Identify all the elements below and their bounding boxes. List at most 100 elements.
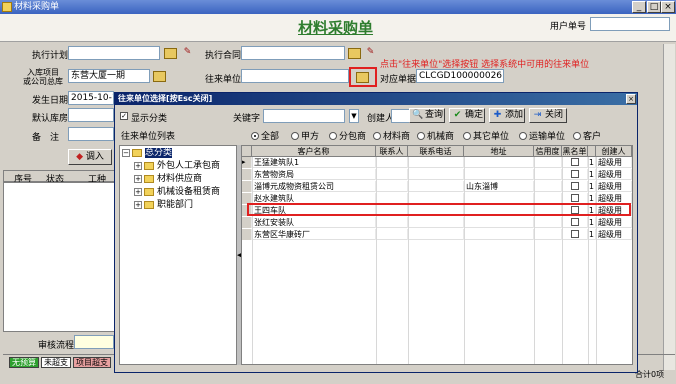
exec-contract-select-icon[interactable] [348, 48, 361, 59]
grid-header-contact[interactable]: 联系人 [376, 146, 408, 157]
app-icon [2, 2, 12, 12]
filter-other[interactable]: 其它单位 [463, 129, 509, 142]
exec-plan-clear-icon[interactable]: ✎ [181, 47, 194, 58]
show-category-checkbox[interactable]: ✓ [120, 112, 128, 120]
doc-no-input[interactable] [590, 17, 670, 31]
row-indicator[interactable] [242, 169, 252, 180]
tree-item-dept[interactable]: + 职能部门 [134, 199, 193, 211]
collapse-icon[interactable]: − [122, 148, 130, 157]
exec-contract-label: 执行合同 [205, 51, 242, 61]
close-button-label: 关闭 [545, 110, 564, 120]
cell-blacklist[interactable] [562, 229, 588, 240]
doc-no-label: 用户单号 [550, 22, 587, 32]
import-button[interactable]: ◆ 调入 [68, 149, 112, 165]
expand-icon[interactable]: + [134, 161, 142, 170]
table-row[interactable]: 张红安装队 1 超级用 [242, 217, 632, 228]
cell-blacklist[interactable] [562, 217, 588, 228]
close-dialog-button[interactable]: ⇥ 关闭 [529, 108, 567, 123]
warehouse-input[interactable] [68, 108, 114, 122]
search-button[interactable]: 🔍 查询 [409, 108, 445, 123]
cell-n: 1 [588, 229, 596, 240]
cell-blacklist[interactable] [562, 157, 588, 168]
folder-icon [144, 174, 154, 183]
grid-header-n[interactable] [588, 146, 596, 157]
keyword-dropdown-icon[interactable]: ▼ [349, 109, 359, 123]
category-tree[interactable]: − 总分类 + 外包人工承包商 + 材料供应商 + 机械设备租赁商 + 职能部门 [119, 145, 237, 365]
grid-line [562, 157, 563, 364]
minimize-button[interactable]: _ [632, 1, 646, 13]
filter-material[interactable]: 材料商 [373, 129, 410, 142]
exec-contract-input[interactable] [241, 46, 345, 60]
filter-subcontractor-label: 分包商 [339, 132, 367, 142]
selected-row-highlight [247, 203, 631, 216]
cell-creator: 超级用 [596, 181, 632, 192]
blacklist-checkbox[interactable] [571, 218, 579, 226]
filter-machinery[interactable]: 机械商 [417, 129, 454, 142]
expand-icon[interactable]: + [134, 187, 142, 196]
blacklist-checkbox[interactable] [571, 182, 579, 190]
main-table-body[interactable] [3, 182, 115, 332]
filter-party-a[interactable]: 甲方 [291, 129, 319, 142]
confirm-button[interactable]: ✔ 确定 [449, 108, 485, 123]
approval-input[interactable] [74, 335, 114, 349]
table-row[interactable]: 东营区华康砖厂 1 超级用 [242, 229, 632, 240]
blacklist-checkbox[interactable] [571, 170, 579, 178]
project-select-icon[interactable] [153, 71, 166, 82]
grid-header-blacklist[interactable]: 黑名单 [562, 146, 588, 157]
filter-customer[interactable]: 客户 [573, 129, 601, 142]
cell-name: 东营物资局 [252, 169, 376, 180]
project-input[interactable]: 东营大厦一期 [68, 69, 150, 83]
exec-plan-select-icon[interactable] [164, 48, 177, 59]
filter-all[interactable]: 全部 [251, 129, 279, 142]
grid-line [534, 157, 535, 364]
row-indicator[interactable]: ▸ [242, 157, 252, 168]
cell-credit [534, 157, 562, 168]
cell-blacklist[interactable] [562, 181, 588, 192]
table-row[interactable]: 东营物资局 1 超级用 [242, 169, 632, 180]
cell-blacklist[interactable] [562, 169, 588, 180]
row-indicator[interactable] [242, 217, 252, 228]
grid-header-address[interactable]: 地址 [464, 146, 534, 157]
maximize-button[interactable]: □ [647, 1, 661, 13]
cell-n: 1 [588, 157, 596, 168]
table-row[interactable]: ▸ 王猛建筑队1 1 超级用 [242, 157, 632, 168]
filter-subcontractor[interactable]: 分包商 [329, 129, 366, 142]
blacklist-checkbox[interactable] [571, 230, 579, 238]
row-indicator[interactable] [242, 229, 252, 240]
tree-item-machinery[interactable]: + 机械设备租赁商 [134, 186, 220, 198]
exec-plan-input[interactable] [68, 46, 160, 60]
grid-header-indicator [242, 146, 252, 157]
partner-grid[interactable]: 客户名称 联系人 联系电话 地址 信用度 黑名单 创建人 ▸ 王猛建筑队1 1 超级用… [241, 145, 633, 365]
remark-input[interactable] [68, 127, 114, 141]
cell-contact [376, 157, 408, 168]
add-button[interactable]: ✚ 添加 [489, 108, 525, 123]
main-scrollbar[interactable] [663, 44, 675, 370]
cell-phone [408, 229, 464, 240]
cell-phone [408, 217, 464, 228]
partner-select-icon[interactable] [356, 72, 369, 83]
dialog-close-icon[interactable]: × [626, 94, 636, 104]
grid-header-credit[interactable]: 信用度 [534, 146, 562, 157]
exec-contract-clear-icon[interactable]: ✎ [364, 47, 377, 58]
match-doc-input[interactable]: CLCGD100000026 [416, 69, 504, 83]
partner-input[interactable] [241, 69, 349, 83]
grid-header-creator[interactable]: 创建人 [596, 146, 632, 157]
date-input[interactable]: 2015-10-17 [68, 91, 114, 105]
filter-machinery-label: 机械商 [427, 132, 455, 142]
expand-icon[interactable]: + [134, 174, 142, 183]
folder-icon [132, 148, 142, 157]
grid-header-phone[interactable]: 联系电话 [408, 146, 464, 157]
row-indicator[interactable] [242, 181, 252, 192]
keyword-input[interactable] [263, 109, 345, 123]
keyword-label: 关键字 [233, 114, 261, 124]
blacklist-checkbox[interactable] [571, 194, 579, 202]
tree-root[interactable]: − 总分类 [122, 147, 173, 159]
filter-transport[interactable]: 运输单位 [519, 129, 565, 142]
table-row[interactable]: 淄博元成物资租赁公司 山东淄博 1 超级用 [242, 181, 632, 192]
expand-icon[interactable]: + [134, 200, 142, 209]
blacklist-checkbox[interactable] [571, 158, 579, 166]
tree-item-labor[interactable]: + 外包人工承包商 [134, 160, 220, 172]
tree-item-material[interactable]: + 材料供应商 [134, 173, 202, 185]
grid-header-name[interactable]: 客户名称 [252, 146, 376, 157]
close-button[interactable]: × [661, 1, 675, 13]
